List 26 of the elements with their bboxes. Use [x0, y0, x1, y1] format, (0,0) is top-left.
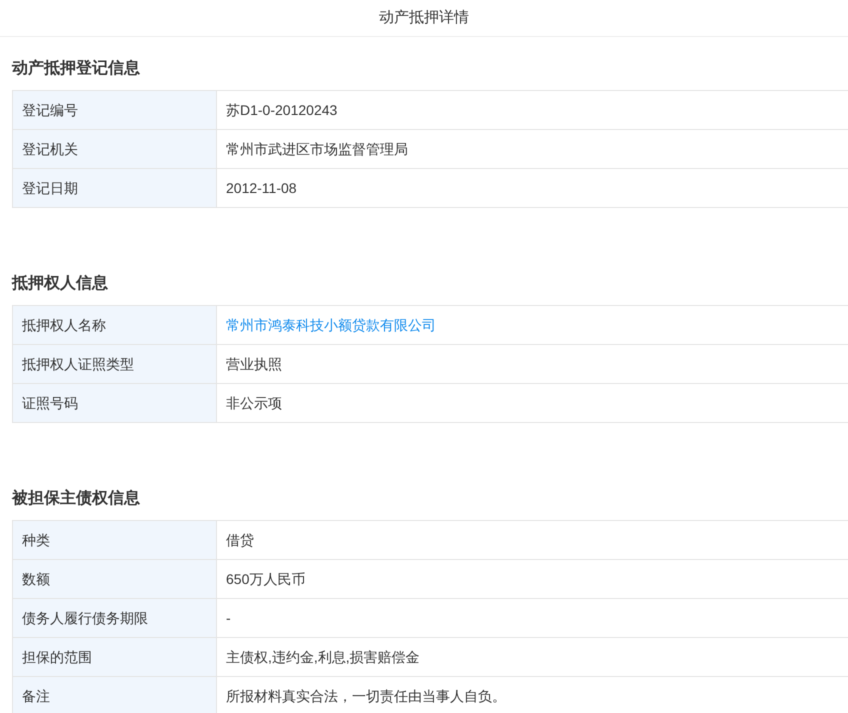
value-cell-text: - [226, 608, 231, 628]
value-cell-text: 所报材料真实合法，一切责任由当事人自负。 [226, 686, 506, 706]
label-cell: 备注 [12, 677, 217, 713]
section-heading: 动产抵押登记信息 [12, 58, 140, 79]
value-cell-text: 常州市武进区市场监督管理局 [226, 140, 408, 158]
page-title: 动产抵押详情 [0, 0, 848, 37]
label-cell: 担保的范围 [12, 638, 217, 676]
label-cell: 登记日期 [12, 169, 217, 207]
label-cell: 证照号码 [12, 384, 217, 422]
value-cell-text: 650万人民币 [226, 570, 306, 588]
value-cell-text: 借贷 [226, 530, 254, 550]
label-cell: 债务人履行债务期限 [12, 599, 217, 637]
label-cell: 抵押权人名称 [12, 306, 217, 344]
section-heading: 抵押权人信息 [12, 274, 108, 294]
value-cell-text: 营业执照 [226, 354, 282, 374]
label-cell: 登记编号 [12, 91, 217, 129]
label-cell: 数额 [12, 560, 217, 598]
company-link[interactable]: 常州市鸿泰科技小额贷款有限公司 [226, 314, 436, 336]
value-cell-text: 2012-11-08 [226, 178, 297, 198]
label-cell: 抵押权人证照类型 [12, 345, 217, 383]
label-cell: 登记机关 [12, 130, 217, 168]
label-cell: 种类 [12, 521, 217, 559]
section-heading: 被担保主债权信息 [12, 488, 140, 509]
value-cell-text: 主债权,违约金,利息,损害赔偿金 [226, 648, 420, 666]
value-cell-text: 苏D1-0-20120243 [226, 100, 338, 120]
value-cell-text: 非公示项 [226, 394, 282, 412]
